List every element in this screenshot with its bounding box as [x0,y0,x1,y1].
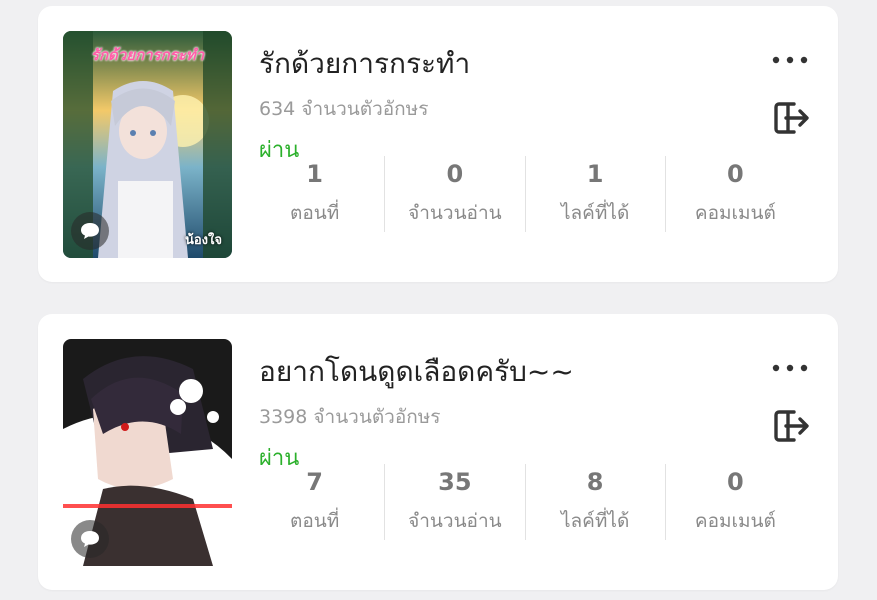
stat-likes: 1 ไลค์ที่ได้ [524,156,665,232]
story-stats: 7 ตอนที่ 35 จำนวนอ่าน 8 ไลค์ที่ได้ 0 คอม… [245,464,805,540]
stat-episodes: 1 ตอนที่ [245,156,384,232]
stat-label: ตอนที่ [289,202,340,224]
stat-label: คอมเมนต์ [694,510,776,532]
story-card[interactable]: อยากโดนดูดเลือดครับ~~ 3398 จำนวนตัวอักษร… [38,314,838,590]
story-cover[interactable]: รักด้วยการกระทำ น้องใจ [63,31,232,258]
stat-reads: 35 จำนวนอ่าน [384,464,524,540]
exit-button[interactable] [768,96,812,140]
stat-label: ไลค์ที่ได้ [560,510,630,532]
stat-reads: 0 จำนวนอ่าน [384,156,524,232]
more-horizontal-icon [772,364,808,372]
stat-value: 1 [586,160,604,188]
story-cover[interactable] [63,339,232,566]
stat-value: 0 [727,468,744,496]
more-horizontal-icon [772,56,808,64]
stat-value: 0 [727,160,744,188]
story-card[interactable]: รักด้วยการกระทำ น้องใจ รักด้วยการกระทำ 6… [38,6,838,282]
stat-label: ไลค์ที่ได้ [560,202,630,224]
comment-icon[interactable] [71,212,109,250]
story-title[interactable]: อยากโดนดูดเลือดครับ~~ [259,350,574,394]
exit-icon [774,410,809,442]
stat-label: จำนวนอ่าน [408,510,502,532]
stat-value: 1 [306,160,323,188]
comment-icon[interactable] [71,520,109,558]
more-options-button[interactable] [770,354,810,382]
cover-signature-text: น้องใจ [184,233,222,248]
char-count: 3398 จำนวนตัวอักษร [259,406,441,428]
story-title[interactable]: รักด้วยการกระทำ [259,42,470,86]
stat-label: คอมเมนต์ [694,202,776,224]
cover-title-text: รักด้วยการกระทำ [90,46,205,64]
more-options-button[interactable] [770,46,810,74]
story-stats: 1 ตอนที่ 0 จำนวนอ่าน 1 ไลค์ที่ได้ 0 คอมเ… [245,156,805,232]
stat-comments: 0 คอมเมนต์ [664,156,805,232]
char-count: 634 จำนวนตัวอักษร [259,98,429,120]
stat-label: จำนวนอ่าน [408,202,502,224]
stat-value: 0 [446,160,464,188]
stat-likes: 8 ไลค์ที่ได้ [524,464,665,540]
stat-value: 35 [438,468,472,496]
stat-label: ตอนที่ [289,510,340,532]
stat-episodes: 7 ตอนที่ [245,464,384,540]
stat-value: 7 [306,468,323,496]
stat-comments: 0 คอมเมนต์ [664,464,805,540]
stat-value: 8 [586,468,604,496]
exit-button[interactable] [768,404,812,448]
exit-icon [774,102,809,134]
